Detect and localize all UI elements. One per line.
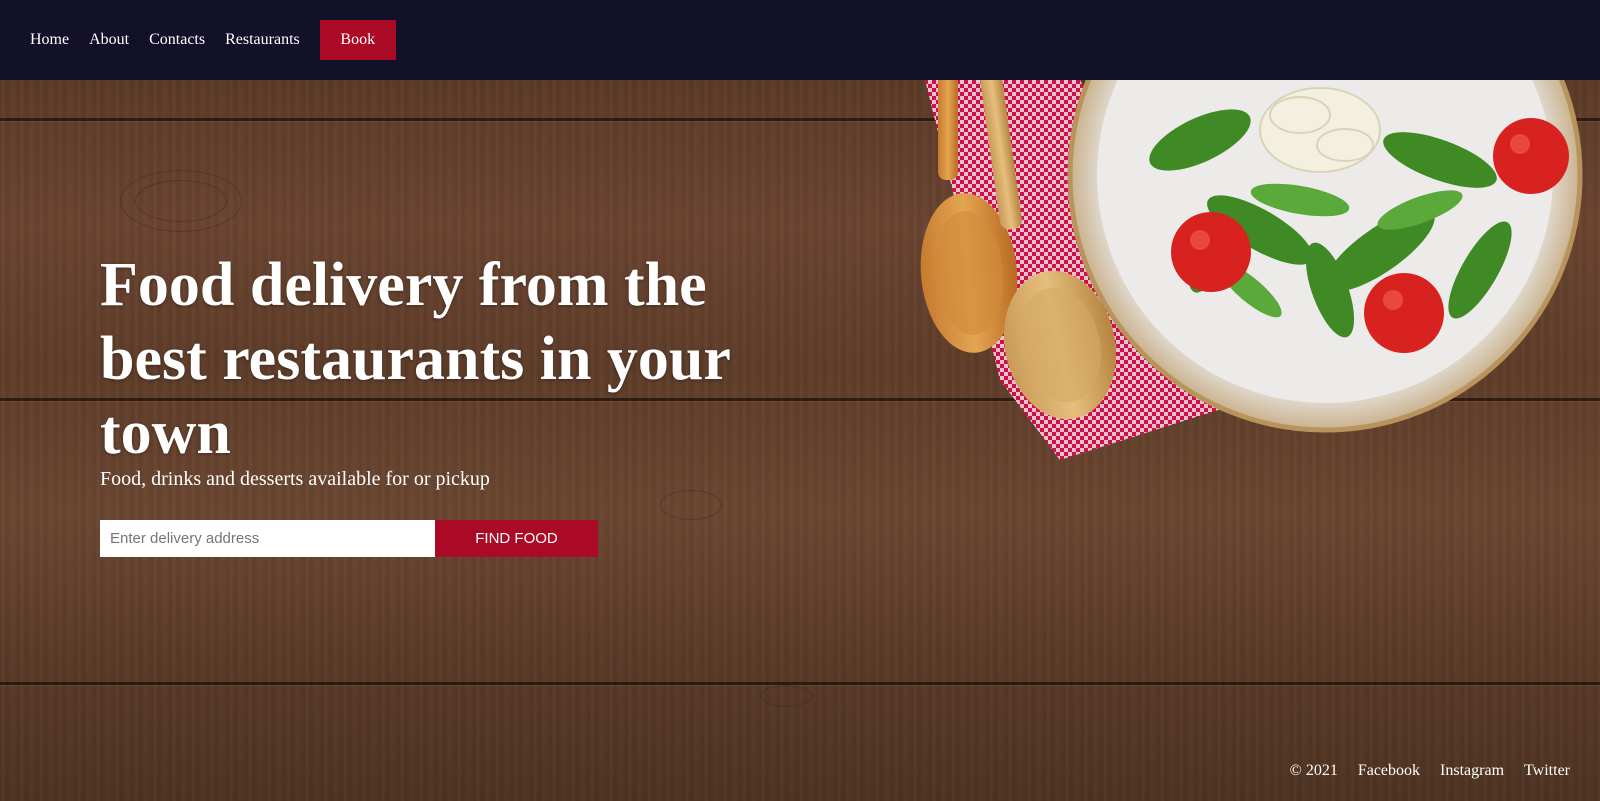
footer-link-instagram[interactable]: Instagram [1440,762,1504,780]
nav-link-restaurants[interactable]: Restaurants [225,31,300,49]
copyright-text: © 2021 [1289,762,1338,779]
footer-link-facebook[interactable]: Facebook [1358,762,1420,780]
nav-menu: Home About Contacts Restaurants Book [30,20,396,60]
hero-section: Food delivery from the best restaurants … [0,80,1600,801]
book-button[interactable]: Book [319,20,396,60]
footer-link-twitter[interactable]: Twitter [1524,762,1570,780]
delivery-search-form: FIND FOOD [100,520,598,557]
find-food-button[interactable]: FIND FOOD [435,520,598,557]
nav-link-about[interactable]: About [89,31,129,49]
nav-link-contacts[interactable]: Contacts [149,31,205,49]
hero-title: Food delivery from the best restaurants … [100,251,730,467]
nav-link-home[interactable]: Home [30,31,69,49]
delivery-address-input[interactable] [100,520,435,557]
page: Home About Contacts Restaurants Book Foo… [0,0,1600,801]
hero-subtitle: Food, drinks and desserts available for … [100,468,490,490]
top-navbar: Home About Contacts Restaurants Book [0,0,1600,80]
footer: © 2021 Facebook Instagram Twitter [1270,762,1570,780]
